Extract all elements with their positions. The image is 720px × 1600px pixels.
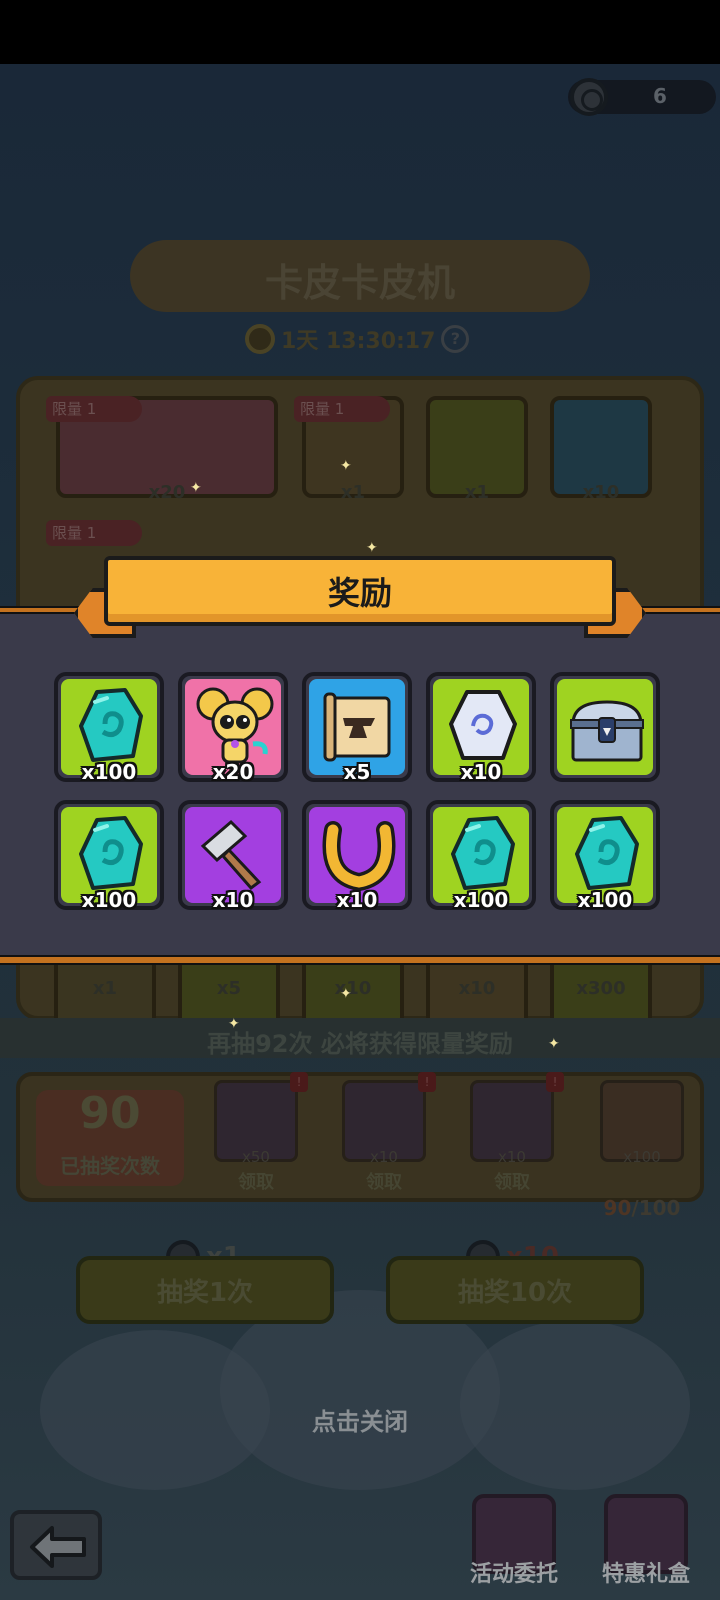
prize-slot-count: x10 bbox=[582, 482, 620, 503]
milestone-count: x50 bbox=[242, 1148, 270, 1166]
limit-tag: 限量 1 bbox=[46, 520, 142, 546]
reward-item-count: x100 bbox=[81, 760, 137, 784]
claim-button[interactable]: 领取 bbox=[470, 1168, 554, 1194]
sparkle-decoration: ✦ bbox=[340, 458, 352, 474]
limit-tag: 限量 1 bbox=[294, 396, 390, 422]
stopwatch-icon bbox=[245, 324, 275, 354]
claim-button[interactable]: 领取 bbox=[342, 1168, 426, 1194]
status-bar bbox=[0, 0, 720, 64]
draw-count: 90 bbox=[79, 1088, 141, 1139]
reward-item-count: x100 bbox=[577, 888, 633, 912]
coin-icon bbox=[570, 78, 608, 116]
prize-slot-count: x10 bbox=[458, 978, 496, 999]
milestone-count: x10 bbox=[498, 1148, 526, 1166]
teal-gem-icon bbox=[79, 816, 143, 890]
prize-slot-count: x1 bbox=[464, 482, 490, 503]
tap-to-close-hint[interactable]: 点击关闭 bbox=[0, 1402, 720, 1437]
back-button[interactable] bbox=[10, 1510, 102, 1580]
alert-badge: ! bbox=[418, 1072, 436, 1092]
currency-count: 6 bbox=[653, 84, 667, 108]
reward-title: 奖励 bbox=[327, 574, 392, 612]
alert-badge: ! bbox=[546, 1072, 564, 1092]
reward-item-count: x100 bbox=[81, 888, 137, 912]
draw-count-label: 已抽奖次数 bbox=[60, 1154, 160, 1178]
progress-current: 90 bbox=[603, 1196, 632, 1220]
teal-gem-icon bbox=[79, 688, 143, 762]
limit-tag: 限量 1 bbox=[46, 396, 142, 422]
event-tasks-button[interactable]: 活动委托 bbox=[458, 1494, 570, 1594]
sparkle-decoration: ✦ bbox=[366, 540, 378, 556]
pity-text: 再抽92次 必将获得限量奖励 bbox=[207, 1030, 513, 1058]
sparkle-decoration: ✦ bbox=[228, 1016, 240, 1032]
prize-slot-count: x1 bbox=[92, 978, 118, 999]
teal-gem-icon bbox=[575, 816, 639, 890]
mouse-skin-icon bbox=[196, 687, 274, 764]
silver-stone-icon bbox=[449, 690, 517, 760]
reward-item-count: x10 bbox=[460, 760, 502, 784]
reward-item-count: x10 bbox=[212, 888, 254, 912]
event-timer: 1天 13:30:17 ? bbox=[245, 322, 470, 356]
event-title: 卡皮卡皮机 bbox=[264, 261, 455, 305]
draw-once-label: 抽奖1次 bbox=[156, 1278, 254, 1308]
progress-total: /100 bbox=[631, 1196, 681, 1220]
event-tasks-label: 活动委托 bbox=[469, 1562, 558, 1587]
claim-button[interactable]: 领取 bbox=[214, 1168, 298, 1194]
prize-slot-count: x5 bbox=[216, 978, 242, 999]
prize-slot-count: x1 bbox=[340, 482, 366, 503]
help-icon[interactable]: ? bbox=[441, 325, 470, 353]
draw-ten-label: 抽奖10次 bbox=[457, 1278, 573, 1308]
reward-item bbox=[550, 672, 660, 782]
reward-item-count: x5 bbox=[343, 760, 371, 784]
gift-box-label: 特惠礼盒 bbox=[601, 1562, 690, 1587]
milestone-count: x100 bbox=[623, 1148, 661, 1166]
sparkle-decoration: ✦ bbox=[340, 986, 352, 1002]
prize-slot-count: x10 bbox=[334, 978, 372, 999]
progress-ratio: 90/100 bbox=[592, 1196, 692, 1220]
sparkle-decoration: ✦ bbox=[190, 480, 202, 496]
timer-text: 1天 13:30:17 bbox=[281, 329, 436, 354]
reward-item-count: x20 bbox=[212, 760, 254, 784]
alert-badge: ! bbox=[290, 1072, 308, 1092]
treasure-chest-icon bbox=[570, 700, 644, 762]
back-arrow-icon bbox=[30, 1526, 86, 1568]
hammer-icon bbox=[200, 819, 262, 891]
horseshoe-icon bbox=[322, 821, 396, 892]
teal-gem-icon bbox=[451, 816, 515, 890]
sparkle-decoration: ✦ bbox=[548, 1036, 560, 1052]
reward-item-count: x100 bbox=[453, 888, 509, 912]
anvil-scroll-icon bbox=[323, 692, 391, 762]
modal-border-bottom bbox=[0, 955, 720, 965]
prize-slot-count: x20 bbox=[148, 482, 186, 503]
milestone-count: x10 bbox=[370, 1148, 398, 1166]
prize-slot-count: x300 bbox=[576, 978, 626, 999]
reward-item-count: x10 bbox=[336, 888, 378, 912]
gift-box-button[interactable]: 特惠礼盒 bbox=[590, 1494, 702, 1594]
